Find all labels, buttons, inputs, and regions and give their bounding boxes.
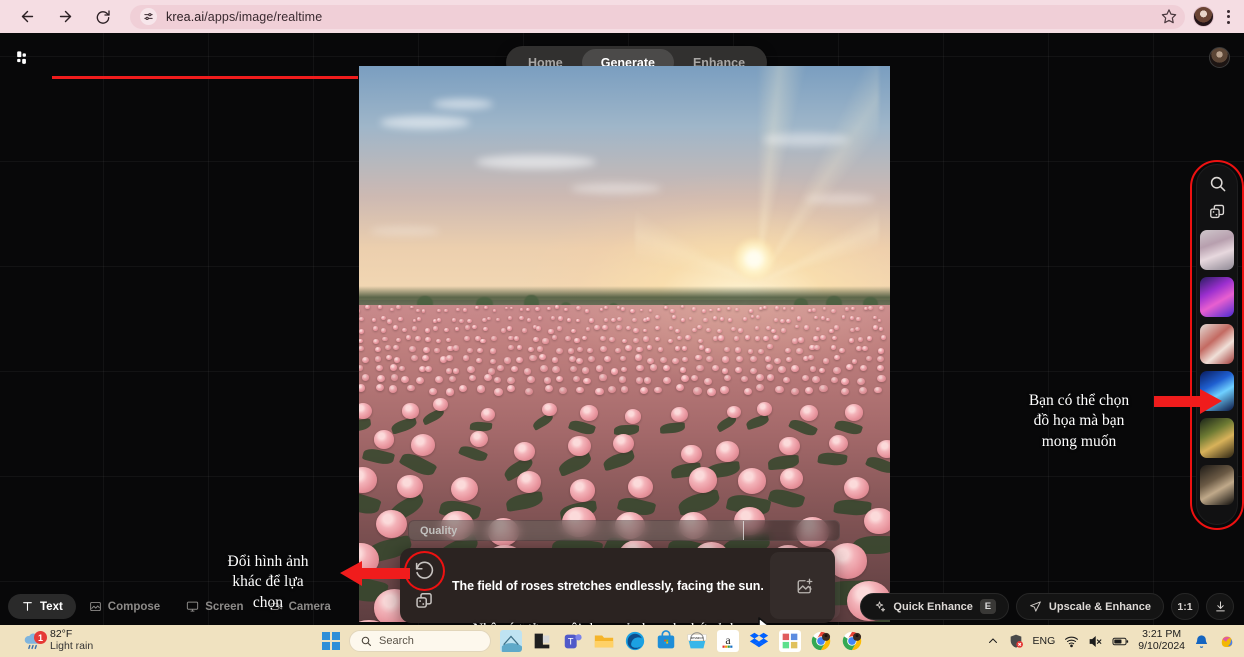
microsoft-teams-icon[interactable]: T: [562, 630, 584, 652]
three-dot-menu-icon[interactable]: [1220, 7, 1236, 27]
address-bar[interactable]: krea.ai/apps/image/realtime: [130, 5, 1185, 29]
amazon-icon[interactable]: a: [717, 630, 739, 652]
quick-enhance-label: Quick Enhance: [893, 601, 972, 613]
clock-date: 9/10/2024: [1138, 641, 1185, 653]
svg-text:T: T: [568, 637, 574, 647]
tool-text[interactable]: Text: [8, 594, 76, 619]
forward-button[interactable]: [50, 2, 80, 32]
back-arrow-icon: [19, 8, 36, 25]
language-indicator[interactable]: ENG: [1033, 635, 1056, 647]
amazon-shopping-icon[interactable]: amazon: [686, 630, 708, 652]
forward-arrow-icon: [57, 8, 74, 25]
profile-avatar[interactable]: [1193, 6, 1214, 27]
quick-enhance-shortcut: E: [980, 599, 996, 614]
send-icon: [1029, 600, 1042, 613]
krea-logo[interactable]: [13, 48, 33, 68]
taskbar-apps: Search T amazon a: [322, 625, 863, 657]
volume-mute-icon[interactable]: [1088, 634, 1103, 649]
svg-text:a: a: [725, 633, 731, 647]
prompt-underline-annotation: [52, 76, 358, 79]
app-tile-icon[interactable]: [779, 630, 801, 652]
krea-k-icon: [13, 48, 33, 68]
chevron-up-icon[interactable]: [987, 635, 999, 647]
sparkle-icon: [873, 600, 886, 613]
dropbox-icon[interactable]: [748, 630, 770, 652]
aspect-ratio-button[interactable]: 1:1: [1171, 593, 1199, 620]
reload-icon: [95, 9, 111, 25]
wifi-icon[interactable]: [1064, 634, 1079, 649]
text-icon: [21, 600, 34, 613]
quality-slider[interactable]: Quality: [408, 520, 840, 541]
clock[interactable]: 3:21 PM 9/10/2024: [1138, 629, 1185, 653]
copilot-icon[interactable]: [1218, 632, 1236, 650]
search-input[interactable]: Search: [349, 630, 491, 652]
file-explorer-icon[interactable]: [593, 630, 615, 652]
tune-icon: [143, 11, 154, 22]
windows-taskbar: 1 82°F Light rain Search T amazon a: [0, 625, 1244, 657]
microsoft-edge-icon[interactable]: [624, 630, 646, 652]
enhance-toolbar: Quick Enhance E Upscale & Enhance 1:1: [860, 593, 1234, 620]
quick-enhance-button[interactable]: Quick Enhance E: [860, 593, 1008, 620]
compose-image-icon: [89, 600, 102, 613]
url-text: krea.ai/apps/image/realtime: [166, 10, 322, 24]
prompt-bar[interactable]: The field of roses stretches endlessly, …: [400, 548, 835, 623]
browser-toolbar: krea.ai/apps/image/realtime: [0, 0, 1244, 33]
annotation-right-text: Bạn có thể chọn đồ họa mà bạn mong muốn: [1010, 391, 1148, 452]
download-icon: [1214, 600, 1227, 613]
weather-widget[interactable]: 1 82°F Light rain: [0, 629, 93, 653]
dice-shuffle-icon[interactable]: [414, 590, 435, 611]
microsoft-store-icon[interactable]: [655, 630, 677, 652]
back-button[interactable]: [12, 2, 42, 32]
add-image-button[interactable]: [770, 552, 840, 619]
url-path: /apps/image/realtime: [204, 10, 322, 24]
prompt-text: The field of roses stretches endlessly, …: [452, 579, 764, 593]
weather-condition: Light rain: [50, 641, 93, 653]
annotation-left-text: Đổi hình ảnh khác để lựa chọn: [200, 552, 336, 613]
add-image-icon: [796, 577, 814, 595]
download-button[interactable]: [1206, 593, 1234, 620]
bridge-wallpaper-icon[interactable]: [500, 630, 522, 652]
annotation-right-arrow: [1154, 386, 1222, 416]
upscale-enhance-label: Upscale & Enhance: [1049, 601, 1151, 613]
search-icon: [360, 635, 372, 647]
reload-button[interactable]: [88, 2, 118, 32]
windows-start-icon[interactable]: [322, 632, 340, 650]
google-chrome-icon[interactable]: [810, 630, 832, 652]
search-placeholder: Search: [379, 635, 414, 647]
reset-button-highlight-annotation: [404, 551, 445, 591]
annotation-left-arrow: [340, 558, 410, 588]
battery-icon[interactable]: [1112, 634, 1129, 649]
weather-text: 82°F Light rain: [50, 629, 93, 653]
svg-text:amazon: amazon: [690, 636, 704, 640]
prompt-input[interactable]: The field of roses stretches endlessly, …: [448, 548, 770, 623]
monitor-icon: [186, 600, 199, 613]
dark-app-icon[interactable]: [531, 630, 553, 652]
browser-actions: [1193, 6, 1244, 27]
url-domain: krea.ai: [166, 10, 204, 24]
site-settings-button[interactable]: [140, 8, 157, 25]
upscale-enhance-button[interactable]: Upscale & Enhance: [1016, 593, 1164, 620]
bookmark-button[interactable]: [1161, 8, 1179, 26]
mouse-cursor: [756, 616, 808, 625]
quality-label: Quality: [420, 525, 457, 537]
user-avatar[interactable]: [1209, 47, 1230, 68]
system-tray: ENG 3:21 PM 9/10/2024: [987, 625, 1236, 657]
star-icon: [1161, 8, 1177, 24]
tool-compose-label: Compose: [108, 601, 160, 613]
shield-alert-icon[interactable]: [1008, 633, 1024, 649]
style-panel-highlight-annotation: [1190, 160, 1244, 530]
krea-app-canvas: Home Generate Enhance: [0, 33, 1244, 625]
tool-text-label: Text: [40, 601, 63, 613]
tool-compose[interactable]: Compose: [76, 594, 173, 619]
quality-slider-fill: [409, 521, 744, 540]
bell-icon[interactable]: [1194, 634, 1209, 649]
google-chrome-icon[interactable]: [841, 630, 863, 652]
notification-badge: 1: [34, 631, 47, 644]
